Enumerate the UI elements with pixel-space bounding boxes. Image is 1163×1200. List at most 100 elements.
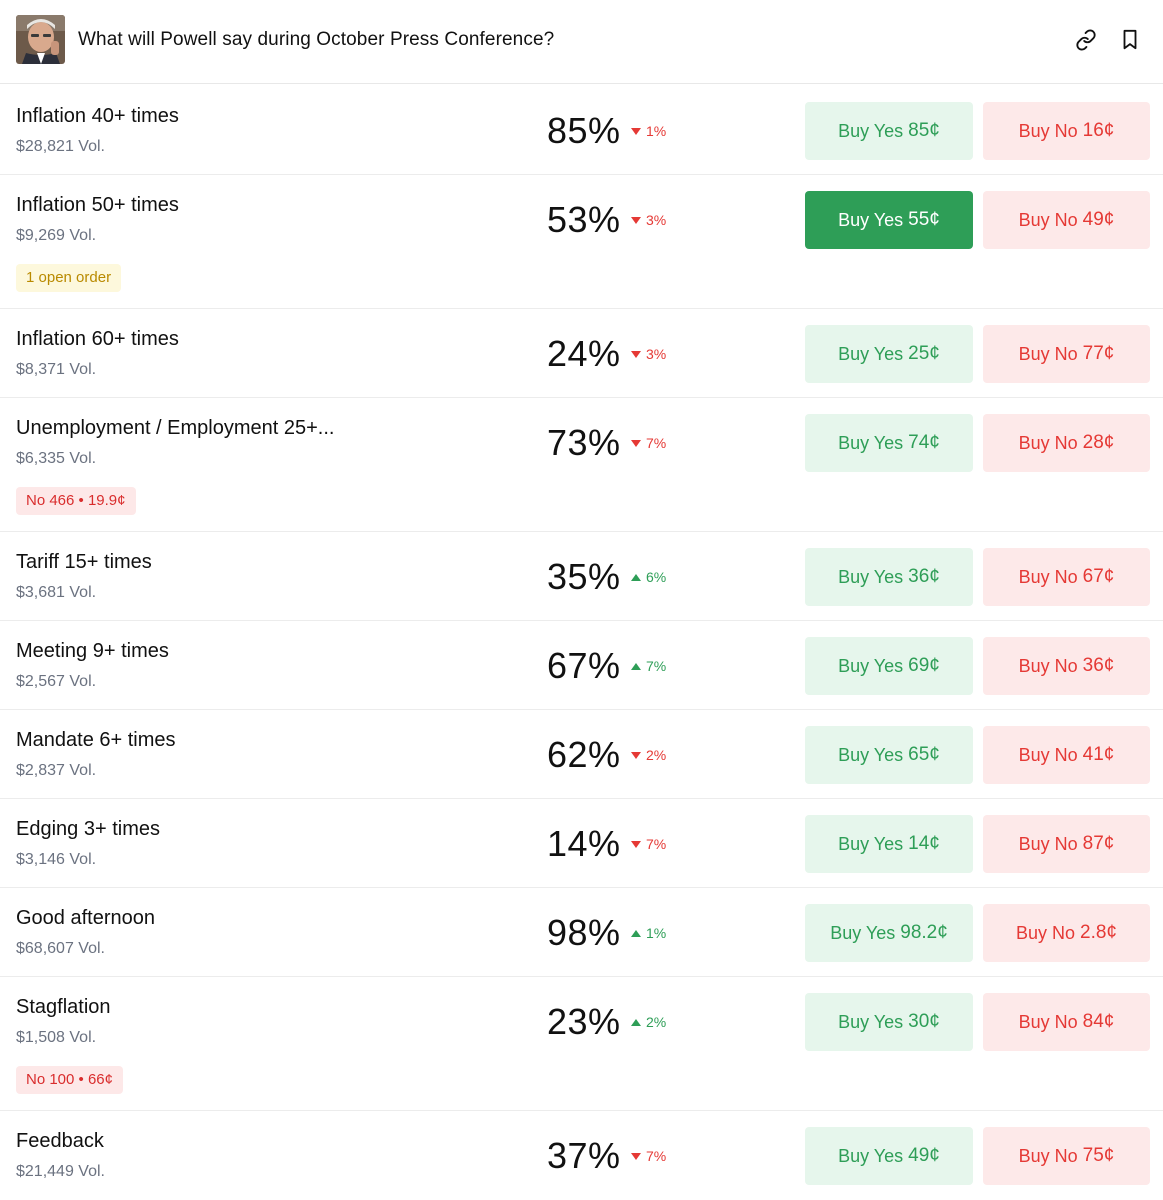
market-row[interactable]: Meeting 9+ times $2,567 Vol. 67% 7% Buy Yes 6…: [0, 621, 1163, 710]
buy-no-button[interactable]: Buy No 67¢: [983, 548, 1150, 606]
buy-no-button[interactable]: Buy No 84¢: [983, 993, 1150, 1051]
market-volume: $3,146 Vol.: [16, 851, 97, 868]
buy-no-price: 67¢: [1082, 566, 1115, 587]
market-name[interactable]: Edging 3+ times: [16, 818, 160, 841]
buy-yes-button[interactable]: Buy Yes 74¢: [805, 414, 973, 472]
market-name[interactable]: Tariff 15+ times: [16, 551, 152, 574]
market-row[interactable]: Inflation 40+ times $28,821 Vol. 85% 1% Buy …: [0, 86, 1163, 175]
market-probability: 67%: [547, 645, 621, 686]
buy-yes-price: 98.2¢: [900, 922, 948, 943]
buy-no-button[interactable]: Buy No 77¢: [983, 325, 1150, 383]
market-name[interactable]: Stagflation: [16, 996, 111, 1019]
buy-no-price: 41¢: [1082, 744, 1115, 765]
buy-no-label: Buy No: [1018, 655, 1078, 676]
market-name[interactable]: Mandate 6+ times: [16, 729, 176, 752]
triangle-down-icon: [631, 128, 641, 135]
probability-change: 7%: [631, 836, 666, 852]
change-value: 1%: [646, 925, 667, 941]
open-order-badge[interactable]: 1 open order: [16, 264, 122, 292]
buy-yes-button[interactable]: Buy Yes 55¢: [805, 191, 973, 249]
market-name[interactable]: Feedback: [16, 1130, 104, 1153]
probability-change: 7%: [631, 1148, 666, 1164]
buy-yes-label: Buy Yes: [838, 566, 904, 587]
probability-change: 1%: [631, 925, 666, 941]
buy-no-price: 2.8¢: [1080, 922, 1117, 943]
buy-no-button[interactable]: Buy No 41¢: [983, 726, 1150, 784]
bookmark-icon[interactable]: [1118, 28, 1142, 52]
market-row[interactable]: Good afternoon $68,607 Vol. 98% 1% Buy Yes 98…: [0, 888, 1163, 977]
triangle-down-icon: [631, 752, 641, 759]
market-row[interactable]: Unemployment / Employment 25+... $6,335 V…: [0, 398, 1163, 532]
market-probability: 23%: [547, 1001, 621, 1042]
market-probability: 98%: [547, 912, 621, 953]
buy-yes-label: Buy Yes: [830, 922, 896, 943]
market-probability: 85%: [547, 110, 621, 151]
probability-change: 2%: [631, 747, 666, 763]
change-value: 7%: [646, 1148, 667, 1164]
market-row[interactable]: Stagflation $1,508 Vol. No 100 • 66¢ 23% 2% B…: [0, 977, 1163, 1111]
market-avatar: [16, 15, 65, 64]
market-row[interactable]: Inflation 60+ times $8,371 Vol. 24% 3% Buy Y…: [0, 309, 1163, 398]
market-volume: $1,508 Vol.: [16, 1029, 97, 1046]
triangle-down-icon: [631, 351, 641, 358]
buy-yes-button[interactable]: Buy Yes 30¢: [805, 993, 973, 1051]
change-value: 7%: [646, 658, 667, 674]
buy-yes-button[interactable]: Buy Yes 65¢: [805, 726, 973, 784]
buy-yes-button[interactable]: Buy Yes 25¢: [805, 325, 973, 383]
market-row-content: Feedback $21,449 Vol. 37% 7% Buy Yes 49¢ Buy N…: [16, 1111, 1150, 1200]
market-row[interactable]: Feedback $21,449 Vol. 37% 7% Buy Yes 49¢ Buy N…: [0, 1111, 1163, 1200]
probability-change: 3%: [631, 346, 666, 362]
market-name[interactable]: Inflation 60+ times: [16, 328, 179, 351]
position-badge[interactable]: No 100 • 66¢: [16, 1066, 123, 1094]
buy-yes-button[interactable]: Buy Yes 49¢: [805, 1127, 973, 1185]
triangle-down-icon: [631, 1153, 641, 1160]
market-name[interactable]: Meeting 9+ times: [16, 640, 169, 663]
buy-no-button[interactable]: Buy No 2.8¢: [983, 904, 1150, 962]
market-row[interactable]: Tariff 15+ times $3,681 Vol. 35% 6% Buy Yes 3…: [0, 532, 1163, 621]
change-value: 3%: [646, 346, 667, 362]
buy-yes-label: Buy Yes: [838, 744, 904, 765]
buy-yes-price: 36¢: [908, 566, 940, 587]
buy-yes-price: 74¢: [908, 432, 940, 453]
market-row[interactable]: Edging 3+ times $3,146 Vol. 14% 7% Buy Yes 14…: [0, 799, 1163, 888]
market-name[interactable]: Unemployment / Employment 25+...: [16, 417, 334, 440]
triangle-down-icon: [631, 440, 641, 447]
buy-no-button[interactable]: Buy No 16¢: [983, 102, 1150, 160]
market-row[interactable]: Inflation 50+ times $9,269 Vol. 1 open ord…: [0, 175, 1163, 309]
buy-no-button[interactable]: Buy No 28¢: [983, 414, 1150, 472]
market-row-content: Stagflation $1,508 Vol. No 100 • 66¢ 23% 2% B…: [16, 977, 1150, 1110]
buy-yes-label: Buy Yes: [838, 1011, 904, 1032]
market-volume: $21,449 Vol.: [16, 1163, 105, 1180]
triangle-up-icon: [631, 574, 641, 581]
buy-yes-button[interactable]: Buy Yes 98.2¢: [805, 904, 973, 962]
link-icon[interactable]: [1074, 28, 1098, 52]
buy-no-price: 84¢: [1082, 1011, 1115, 1032]
buy-no-button[interactable]: Buy No 49¢: [983, 191, 1150, 249]
buy-no-button[interactable]: Buy No 75¢: [983, 1127, 1150, 1185]
buy-no-button[interactable]: Buy No 36¢: [983, 637, 1150, 695]
buy-yes-label: Buy Yes: [838, 209, 904, 230]
buy-yes-button[interactable]: Buy Yes 85¢: [805, 102, 973, 160]
buy-yes-button[interactable]: Buy Yes 14¢: [805, 815, 973, 873]
market-probability: 24%: [547, 333, 621, 374]
triangle-up-icon: [631, 930, 641, 937]
position-badge[interactable]: No 466 • 19.9¢: [16, 487, 136, 515]
buy-yes-price: 25¢: [908, 343, 940, 364]
buy-no-label: Buy No: [1018, 432, 1078, 453]
market-name[interactable]: Inflation 40+ times: [16, 105, 179, 128]
buy-yes-label: Buy Yes: [838, 1145, 904, 1166]
buy-yes-button[interactable]: Buy Yes 36¢: [805, 548, 973, 606]
buy-yes-price: 49¢: [908, 1145, 940, 1166]
buy-no-button[interactable]: Buy No 87¢: [983, 815, 1150, 873]
buy-yes-button[interactable]: Buy Yes 69¢: [805, 637, 973, 695]
portrait-image: [16, 15, 65, 64]
market-name[interactable]: Good afternoon: [16, 907, 155, 930]
market-probability: 14%: [547, 823, 621, 864]
change-value: 7%: [646, 836, 667, 852]
buy-no-label: Buy No: [1018, 833, 1078, 854]
market-row-content: Inflation 40+ times $28,821 Vol. 85% 1% Buy …: [16, 86, 1150, 174]
buy-no-price: 28¢: [1082, 432, 1115, 453]
market-name[interactable]: Inflation 50+ times: [16, 194, 179, 217]
market-probability: 62%: [547, 734, 621, 775]
market-row[interactable]: Mandate 6+ times $2,837 Vol. 62% 2% Buy Yes 6…: [0, 710, 1163, 799]
